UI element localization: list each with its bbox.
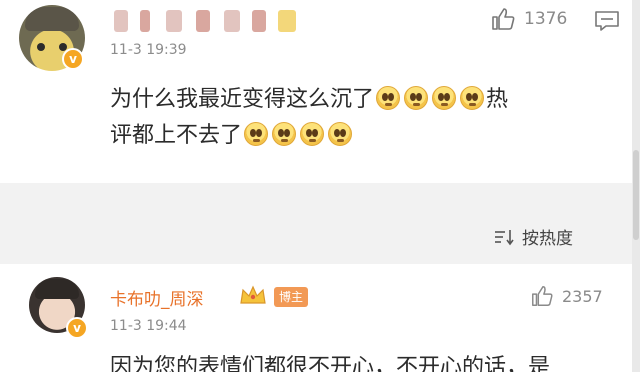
comment-time: 11-3 19:39: [110, 42, 187, 58]
thumbs-up-icon: [532, 286, 553, 306]
username-redacted[interactable]: [110, 6, 298, 36]
comments-page: v 11-3 19:39 1376 为什么我最近变得这么沉了 热 评都上不去了 按…: [0, 0, 640, 372]
crown-icon: [240, 285, 266, 304]
like-button[interactable]: 1376: [490, 6, 567, 32]
pleading-emoji-icon: [272, 122, 297, 146]
thumbs-up-icon: [492, 8, 515, 30]
pleading-emoji-icon: [376, 86, 401, 110]
sort-by-hot-button[interactable]: 按热度: [494, 224, 573, 249]
pleading-emoji-icon: [328, 122, 353, 146]
like-count: 2357: [562, 286, 603, 306]
pleading-emoji-icon: [244, 122, 269, 146]
username[interactable]: 卡布叻_周深: [110, 285, 204, 310]
like-button[interactable]: 2357: [530, 284, 603, 308]
scrollbar-thumb[interactable]: [633, 150, 639, 240]
avatar-cap: [25, 7, 79, 31]
pleading-emoji-icon: [460, 86, 485, 110]
reply-icon[interactable]: [594, 10, 620, 32]
role-badge: 博主: [274, 287, 309, 307]
sort-label: 按热度: [522, 229, 573, 249]
verified-icon: v: [62, 48, 84, 70]
scrollbar[interactable]: [632, 0, 640, 372]
like-count: 1376: [524, 9, 568, 29]
avatar-eye: [37, 43, 45, 51]
pleading-emoji-icon: [300, 122, 325, 146]
pleading-emoji-icon: [432, 86, 457, 110]
comment-text: 为什么我最近变得这么沉了 热 评都上不去了: [110, 82, 615, 154]
comment-time: 11-3 19:44: [110, 318, 187, 334]
avatar-hair: [35, 279, 79, 299]
sort-icon: [495, 229, 514, 245]
verified-icon: v: [66, 317, 88, 339]
comment-text: 因为您的表情们都很不开心，不开心的话，是: [110, 355, 551, 372]
comment-text-line2: 评都上不去了: [110, 123, 243, 148]
pleading-emoji-icon: [404, 86, 429, 110]
comment-text-tail: 热: [486, 87, 509, 112]
comment-text-line1: 为什么我最近变得这么沉了: [110, 87, 375, 112]
